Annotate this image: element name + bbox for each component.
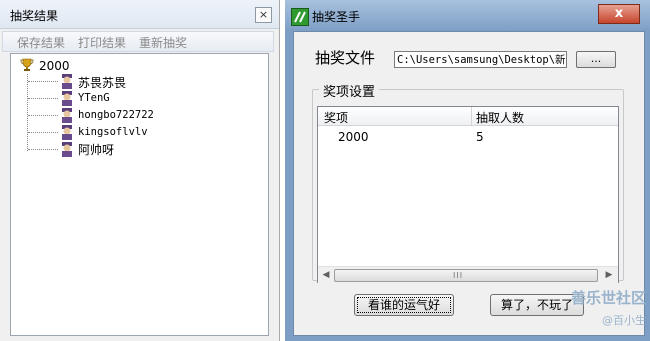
close-button[interactable]: x [598,4,640,24]
column-header-count[interactable]: 抽取人数 [476,109,524,126]
file-label: 抽奖文件 [315,49,376,67]
result-tree[interactable]: 2000 苏畏苏畏 YTenG hongbo722722 kingsoflvlv… [10,53,269,336]
result-window-titlebar: 抽奖结果 × [0,0,279,29]
menu-redraw[interactable]: 重新抽奖 [139,34,187,51]
file-path-field[interactable]: C:\Users\samsung\Desktop\新建 [394,51,567,68]
tree-connector [28,149,58,151]
prize-list[interactable]: 奖项 抽取人数 2000 5 ◀ III ▶ [317,106,619,283]
user-icon [62,91,72,106]
lottery-window-title: 抽奖圣手 [312,10,361,24]
scroll-left-icon[interactable]: ◀ [319,268,333,282]
tree-root-label[interactable]: 2000 [39,59,70,73]
watermark: 善乐世社区 @百小生 [560,287,646,331]
column-divider[interactable] [471,107,472,125]
horizontal-scrollbar[interactable]: ◀ III ▶ [318,266,618,283]
browse-button[interactable]: ... [576,51,616,68]
lottery-window-titlebar: 抽奖圣手 x [285,0,650,31]
user-icon [62,108,72,123]
tree-connector [28,81,58,83]
prize-cell[interactable]: 2000 [338,130,369,144]
prize-list-header: 奖项 抽取人数 [318,107,618,126]
column-header-prize[interactable]: 奖项 [324,109,348,126]
tree-item-user[interactable]: hongbo722722 [78,109,154,121]
scroll-thumb[interactable]: III [334,269,598,282]
result-menubar: 保存结果 打印结果 重新抽奖 [2,31,274,52]
tree-item-user[interactable]: kingsoflvlv [78,126,148,138]
tree-connector [27,74,29,151]
tree-item-user[interactable]: YTenG [78,92,110,104]
draw-button[interactable]: 看谁的运气好 [354,294,454,316]
tree-item-user[interactable]: 苏畏苏畏 [78,74,126,91]
trophy-icon [20,58,34,71]
watermark-text: 善乐世社区 [570,289,646,307]
app-icon [291,8,309,26]
menu-save-results[interactable]: 保存结果 [17,34,65,51]
scroll-right-icon[interactable]: ▶ [602,268,616,282]
user-icon [62,142,72,157]
scroll-grip-icon: III [453,271,464,280]
user-icon [62,125,72,140]
prize-settings-title: 奖项设置 [319,81,380,100]
watermark-author: @百小生 [602,314,646,327]
result-window: 抽奖结果 × 保存结果 打印结果 重新抽奖 2000 苏畏苏畏 YTenG ho… [0,0,280,341]
tree-connector [28,98,58,100]
user-icon [62,74,72,89]
tree-connector [28,132,58,134]
menu-print-results[interactable]: 打印结果 [78,34,126,51]
tree-item-user[interactable]: 阿帅呀 [78,141,114,158]
result-window-title: 抽奖结果 [10,9,59,23]
tree-connector [28,115,58,117]
close-icon[interactable]: × [255,7,272,23]
count-cell[interactable]: 5 [476,130,484,144]
